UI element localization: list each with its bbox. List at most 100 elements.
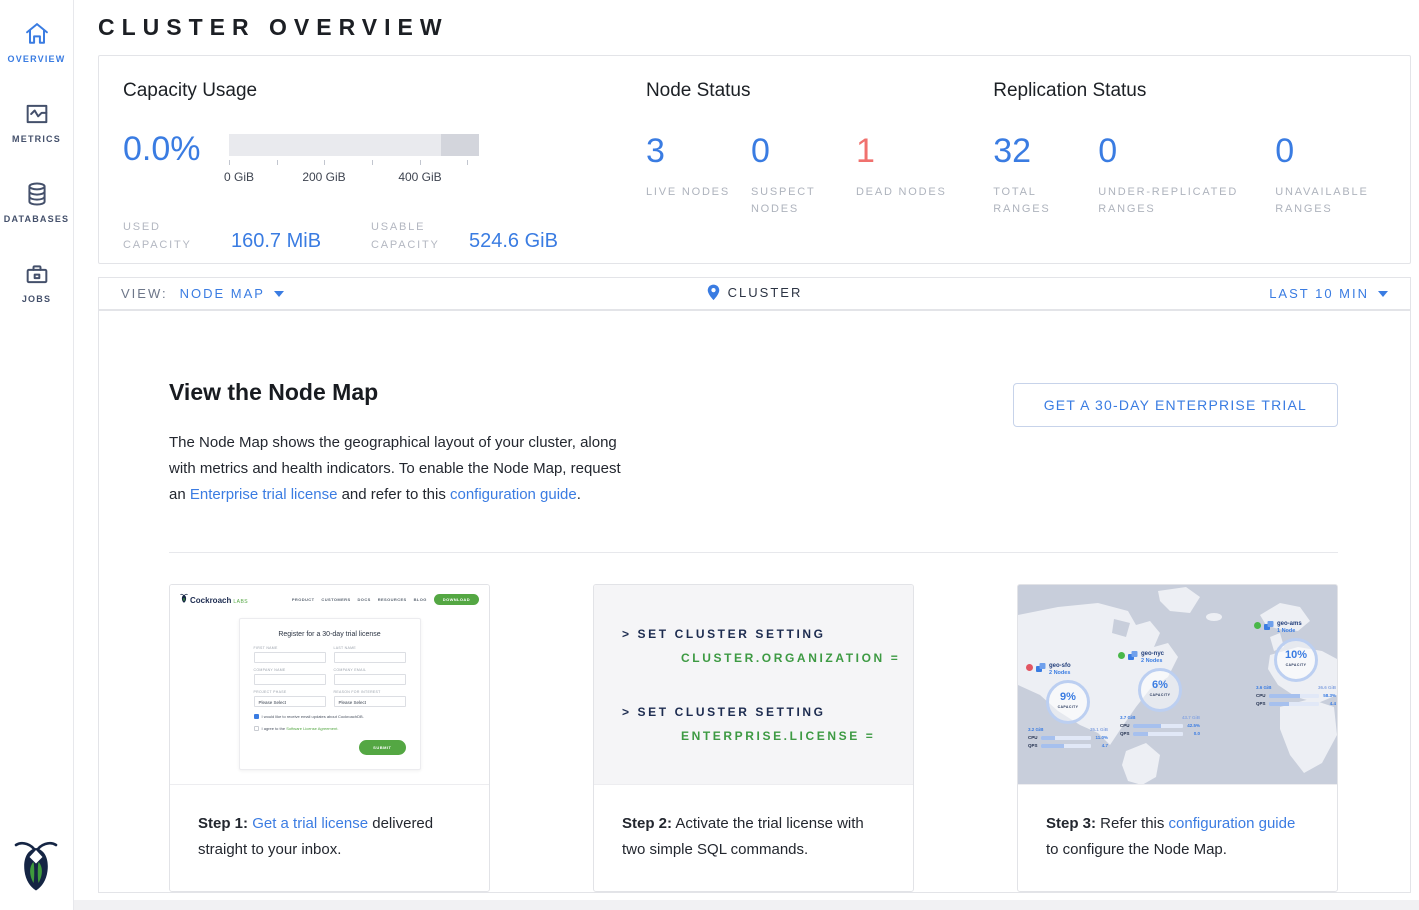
nav-item: RESOURCES — [378, 597, 407, 602]
form-field: REASON FOR INTEREST Please Select — [334, 690, 406, 707]
nav-item: PRODUCT — [292, 597, 315, 602]
cpu-bar — [1133, 724, 1183, 728]
page-background-strip — [74, 900, 1419, 910]
chevron-down-icon — [1378, 291, 1388, 297]
capacity-gauge: 10% CAPACITY — [1274, 638, 1318, 682]
cluster-breadcrumb: CLUSTER — [707, 284, 803, 301]
admin-ui-screen: OVERVIEW METRICS DATABASES — [0, 0, 1419, 910]
capacity-percent: 6% — [1141, 679, 1179, 691]
form-field: LAST NAME — [334, 646, 406, 663]
prompt-symbol: > — [622, 627, 632, 641]
capacity-percent: 10% — [1277, 649, 1315, 661]
sql-setting-name: ENTERPRISE.LICENSE = — [681, 729, 913, 743]
briefcase-icon — [22, 260, 52, 288]
license-agreement-label: I agree to the Software License Agreemen… — [262, 726, 339, 731]
enterprise-trial-license-link[interactable]: Enterprise trial license — [190, 486, 338, 503]
cluster-breadcrumb-label: CLUSTER — [728, 285, 803, 300]
usable-capacity-value: 524.6 GiB — [469, 230, 558, 254]
database-icon — [22, 180, 52, 208]
step-3-image: geo-sfo 2 Nodes 9% CAPACITY 3.2 GiB — [1018, 585, 1337, 785]
view-selector-dropdown[interactable]: NODE MAP — [180, 286, 284, 301]
unavailable-ranges-metric: 0 UNAVAILABLE RANGES — [1275, 134, 1405, 218]
form-field: COMPANY EMAIL — [334, 668, 406, 685]
sidebar-item-databases[interactable]: DATABASES — [0, 160, 73, 240]
usable-capacity-label: USABLE CAPACITY — [371, 218, 469, 254]
live-nodes-label: LIVE NODES — [646, 184, 751, 201]
first-name-input — [254, 652, 326, 663]
region-geo-ams: geo-ams 1 Node 10% CAPACITY 3.6 GiB — [1254, 621, 1337, 706]
enterprise-trial-button[interactable]: GET A 30-DAY ENTERPRISE TRIAL — [1013, 383, 1338, 427]
live-nodes-metric: 3 LIVE NODES — [646, 134, 751, 218]
suspect-nodes-label: SUSPECT NODES — [751, 184, 856, 218]
under-replicated-ranges-value: 0 — [1098, 134, 1275, 168]
cockroachdb-logo — [14, 836, 58, 892]
nav-item: CUSTOMERS — [321, 597, 350, 602]
step-2-caption: Step 2: Activate the trial license with … — [594, 785, 913, 863]
cpu-value: 42.5% — [1186, 723, 1200, 728]
step-2-image: > SET CLUSTER SETTING CLUSTER.ORGANIZATI… — [594, 585, 913, 785]
unavailable-ranges-label: UNAVAILABLE RANGES — [1275, 184, 1405, 218]
qps-value: 4.4 — [1322, 701, 1336, 706]
axis-tick-label: 200 GiB — [302, 170, 345, 184]
node-stack-icon — [1264, 621, 1274, 631]
axis-tick-label: 400 GiB — [398, 170, 441, 184]
region-name: geo-sfo — [1049, 663, 1071, 669]
replication-status-section: Replication Status 32 TOTAL RANGES 0 UND… — [993, 80, 1410, 263]
sql-statement: > SET CLUSTER SETTING CLUSTER.ORGANIZATI… — [622, 627, 913, 665]
total-ranges-metric: 32 TOTAL RANGES — [993, 134, 1098, 218]
cpu-value: 11.0% — [1094, 735, 1108, 740]
qps-value: 0.0 — [1186, 731, 1200, 736]
region-node-count: 2 Nodes — [1049, 670, 1071, 676]
sidebar: OVERVIEW METRICS DATABASES — [0, 0, 74, 910]
region-name: geo-ams — [1277, 621, 1302, 627]
status-dot-green — [1254, 622, 1261, 629]
capacity-total: 36.6 GiB — [1318, 685, 1336, 690]
step-1-card: Cockroach LABS PRODUCT CUSTOMERS DOCS RE… — [169, 584, 490, 892]
axis-tick — [277, 160, 278, 165]
configuration-guide-link[interactable]: configuration guide — [1169, 815, 1296, 832]
time-range-dropdown[interactable]: LAST 10 MIN — [1269, 286, 1388, 301]
get-trial-license-link[interactable]: Get a trial license — [252, 815, 368, 832]
region-geo-nyc: geo-nyc 2 Nodes 6% CAPACITY 3.7 GiB — [1118, 651, 1202, 736]
capacity-label: CAPACITY — [1049, 705, 1087, 709]
node-status-section: Node Status 3 LIVE NODES 0 SUSPECT NODES… — [646, 80, 993, 263]
step-1-caption: Step 1: Get a trial license delivered st… — [170, 785, 489, 863]
axis-tick — [420, 160, 421, 165]
step-3-caption: Step 3: Refer this configuration guide t… — [1018, 785, 1337, 863]
form-field: FIRST NAME — [254, 646, 326, 663]
sidebar-item-jobs[interactable]: JOBS — [0, 240, 73, 320]
qps-bar — [1041, 744, 1091, 748]
registration-site-screenshot: Cockroach LABS PRODUCT CUSTOMERS DOCS RE… — [170, 585, 489, 784]
field-label: FIRST NAME — [254, 646, 326, 650]
node-stack-icon — [1128, 651, 1138, 661]
qps-label: QPS — [1120, 731, 1130, 736]
home-icon — [22, 20, 52, 48]
cpu-label: CPU — [1028, 735, 1038, 740]
dead-nodes-value: 1 — [856, 134, 961, 168]
logo-name: Cockroach — [190, 596, 231, 605]
field-label: LAST NAME — [334, 646, 406, 650]
capacity-bar-other-segment — [441, 134, 479, 156]
sidebar-item-overview[interactable]: OVERVIEW — [0, 0, 73, 80]
field-label: PROJECT PHASE — [254, 690, 326, 694]
chevron-down-icon — [274, 291, 284, 297]
sidebar-item-metrics[interactable]: METRICS — [0, 80, 73, 160]
capacity-usage-section: Capacity Usage 0.0% 0 Gi — [123, 80, 646, 263]
capacity-bar: 0 GiB 200 GiB 400 GiB — [229, 134, 479, 156]
reason-for-interest-select: Please Select — [334, 696, 406, 707]
sql-code-screenshot: > SET CLUSTER SETTING CLUSTER.ORGANIZATI… — [594, 585, 913, 784]
onboarding-steps: Cockroach LABS PRODUCT CUSTOMERS DOCS RE… — [169, 584, 1338, 892]
time-range-value: LAST 10 MIN — [1269, 286, 1369, 301]
cpu-bar — [1041, 736, 1091, 740]
node-map-screenshot: geo-sfo 2 Nodes 9% CAPACITY 3.2 GiB — [1018, 585, 1337, 784]
axis-tick — [324, 160, 325, 165]
replication-status-title: Replication Status — [993, 80, 1410, 102]
qps-value: 4.7 — [1094, 743, 1108, 748]
content-area: CLUSTER OVERVIEW Capacity Usage 0.0% — [74, 0, 1419, 910]
last-name-input — [334, 652, 406, 663]
submit-button: SUBMIT — [359, 740, 405, 755]
node-map-heading: View the Node Map — [169, 379, 629, 406]
cpu-label: CPU — [1120, 723, 1130, 728]
axis-tick-label: 0 GiB — [224, 170, 254, 184]
configuration-guide-link[interactable]: configuration guide — [450, 486, 577, 503]
